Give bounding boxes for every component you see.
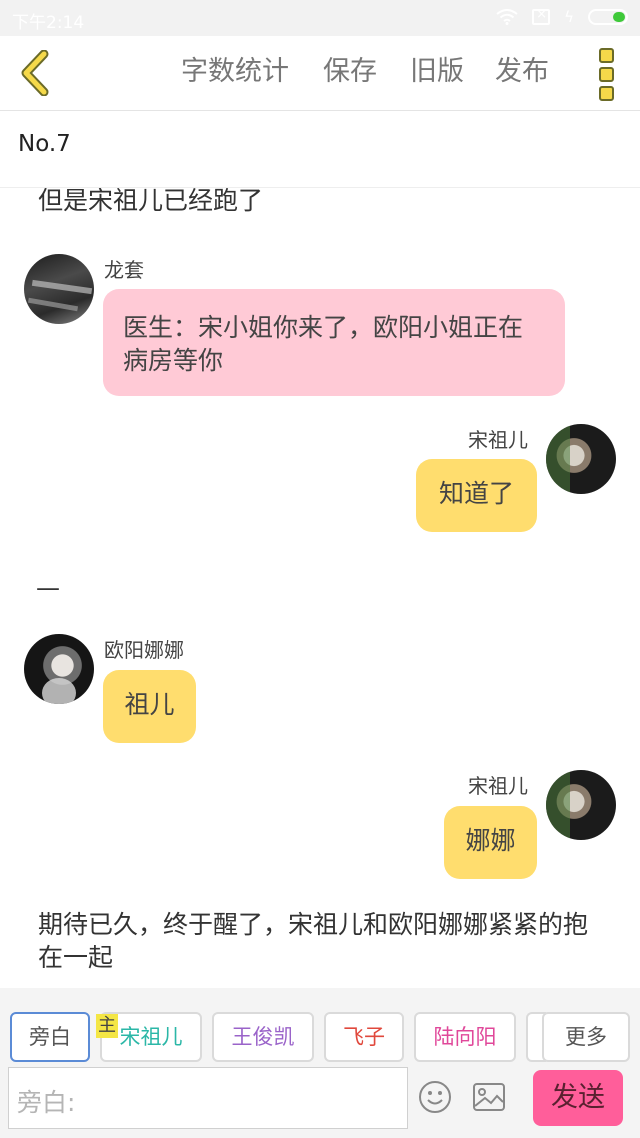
status-icons: ϟ bbox=[496, 7, 628, 26]
publish-button[interactable]: 发布 bbox=[495, 54, 549, 90]
battery-icon bbox=[588, 9, 628, 25]
word-count-button[interactable]: 字数统计 bbox=[181, 54, 289, 90]
input-bar: 旁白: 发送 bbox=[0, 1066, 640, 1138]
avatar-ouyangnana[interactable] bbox=[24, 634, 94, 704]
sender-name: 宋祖儿 bbox=[468, 774, 528, 798]
message-input[interactable]: 旁白: bbox=[8, 1067, 408, 1129]
editor-toolbar: 字数统计 保存 旧版 发布 bbox=[0, 36, 640, 111]
back-chevron-icon[interactable] bbox=[16, 50, 56, 96]
avatar-songzuer[interactable] bbox=[546, 770, 616, 840]
emoji-icon[interactable] bbox=[418, 1080, 452, 1114]
avatar-songzuer[interactable] bbox=[546, 424, 616, 494]
send-button[interactable]: 发送 bbox=[533, 1070, 623, 1126]
image-icon[interactable] bbox=[472, 1082, 506, 1112]
message-bubble[interactable]: 祖儿 bbox=[103, 670, 196, 743]
no-sim-icon bbox=[532, 7, 551, 25]
role-luxiangyang[interactable]: 陆向阳 bbox=[414, 1012, 516, 1062]
narration-text[interactable]: 期待已久，终于醒了，宋祖儿和欧阳娜娜紧紧的抱在一起 bbox=[38, 908, 608, 974]
narration-text[interactable]: 但是宋祖儿已经跑了 bbox=[38, 188, 608, 217]
old-version-button[interactable]: 旧版 bbox=[410, 54, 464, 90]
role-selector: 旁白 宋祖儿 主 王俊凯 飞子 陆向阳 更多 bbox=[0, 988, 640, 1066]
sender-name: 龙套 bbox=[104, 258, 144, 282]
chapter-title[interactable]: No.7 bbox=[18, 131, 71, 157]
chat-content[interactable]: 但是宋祖儿已经跑了 龙套 医生：宋小姐你来了，欧阳小姐正在病房等你 宋祖儿 知道… bbox=[0, 188, 640, 988]
status-bar: 下午2:14 ϟ bbox=[0, 0, 640, 36]
separator-dash: — bbox=[36, 574, 60, 602]
charging-icon: ϟ bbox=[564, 8, 574, 26]
save-button[interactable]: 保存 bbox=[323, 54, 377, 90]
avatar-longtao[interactable] bbox=[24, 254, 94, 324]
sender-name: 欧阳娜娜 bbox=[104, 638, 184, 662]
message-bubble[interactable]: 知道了 bbox=[416, 459, 537, 532]
role-wangjunkai[interactable]: 王俊凯 bbox=[212, 1012, 314, 1062]
message-bubble[interactable]: 娜娜 bbox=[444, 806, 537, 879]
role-feizi[interactable]: 飞子 bbox=[324, 1012, 404, 1062]
more-menu-icon[interactable] bbox=[596, 48, 616, 101]
status-time: 下午2:14 bbox=[12, 13, 85, 33]
role-narrator[interactable]: 旁白 bbox=[10, 1012, 90, 1062]
message-bubble[interactable]: 医生：宋小姐你来了，欧阳小姐正在病房等你 bbox=[103, 289, 565, 396]
more-roles-button[interactable]: 更多 bbox=[542, 1012, 630, 1062]
sender-name: 宋祖儿 bbox=[468, 428, 528, 452]
host-badge: 主 bbox=[96, 1014, 118, 1038]
chapter-header: No.7 bbox=[0, 111, 640, 188]
wifi-icon bbox=[496, 9, 518, 25]
